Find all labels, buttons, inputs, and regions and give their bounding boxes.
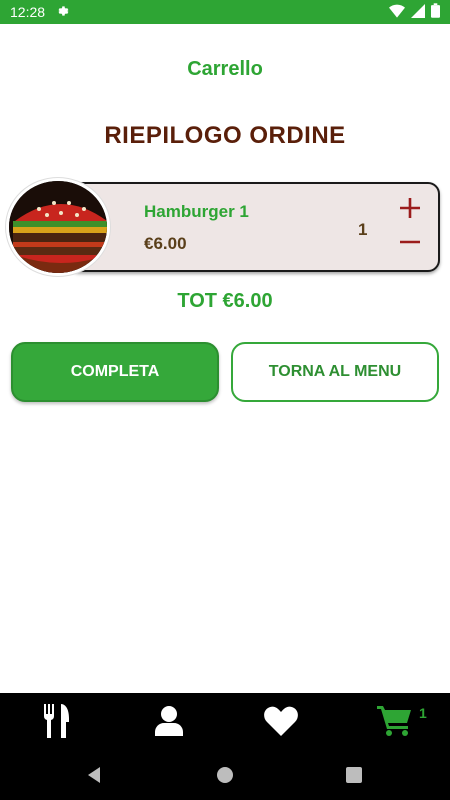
nav-item-menu[interactable]: [36, 701, 76, 741]
order-summary-title: RIEPILOGO ORDINE: [104, 122, 346, 149]
complete-order-button[interactable]: COMPLETA: [11, 342, 219, 402]
decrease-quantity-button[interactable]: [398, 230, 422, 254]
item-price: €6.00: [144, 234, 187, 253]
plus-icon: [400, 198, 420, 218]
hamburger-image: [6, 178, 110, 276]
settings-icon: [55, 4, 69, 21]
menu-icon: [43, 704, 69, 738]
minus-icon: [400, 240, 420, 244]
page-title: Carrello: [187, 58, 263, 80]
signal-icon: [411, 3, 425, 21]
status-bar: 12:28: [0, 0, 450, 24]
order-total: TOT €6.00: [177, 290, 273, 312]
system-navigation-bar: [0, 749, 450, 800]
nav-item-favorites[interactable]: [261, 701, 301, 741]
home-nav-button[interactable]: [215, 765, 235, 785]
nav-item-profile[interactable]: [149, 701, 189, 741]
back-nav-button[interactable]: [84, 765, 104, 785]
cart-item-card: Hamburger 1 €6.00 1: [68, 182, 440, 272]
item-quantity: 1: [358, 220, 368, 239]
battery-icon: [431, 3, 440, 21]
cart-icon: [377, 706, 411, 736]
bottom-navigation: [0, 693, 450, 749]
nav-item-cart[interactable]: [374, 701, 414, 741]
wifi-icon: [389, 4, 405, 21]
item-name: Hamburger 1: [144, 202, 249, 221]
cart-count-badge: 1: [419, 705, 427, 721]
recents-nav-button[interactable]: [344, 765, 364, 785]
home-circle-icon: [217, 767, 233, 783]
status-time: 12:28: [10, 4, 46, 20]
heart-icon: [264, 706, 298, 736]
recents-square-icon: [346, 767, 362, 783]
increase-quantity-button[interactable]: [398, 196, 422, 220]
back-to-menu-button[interactable]: TORNA AL MENU: [231, 342, 439, 402]
back-triangle-icon: [88, 767, 100, 783]
user-icon: [155, 706, 183, 736]
